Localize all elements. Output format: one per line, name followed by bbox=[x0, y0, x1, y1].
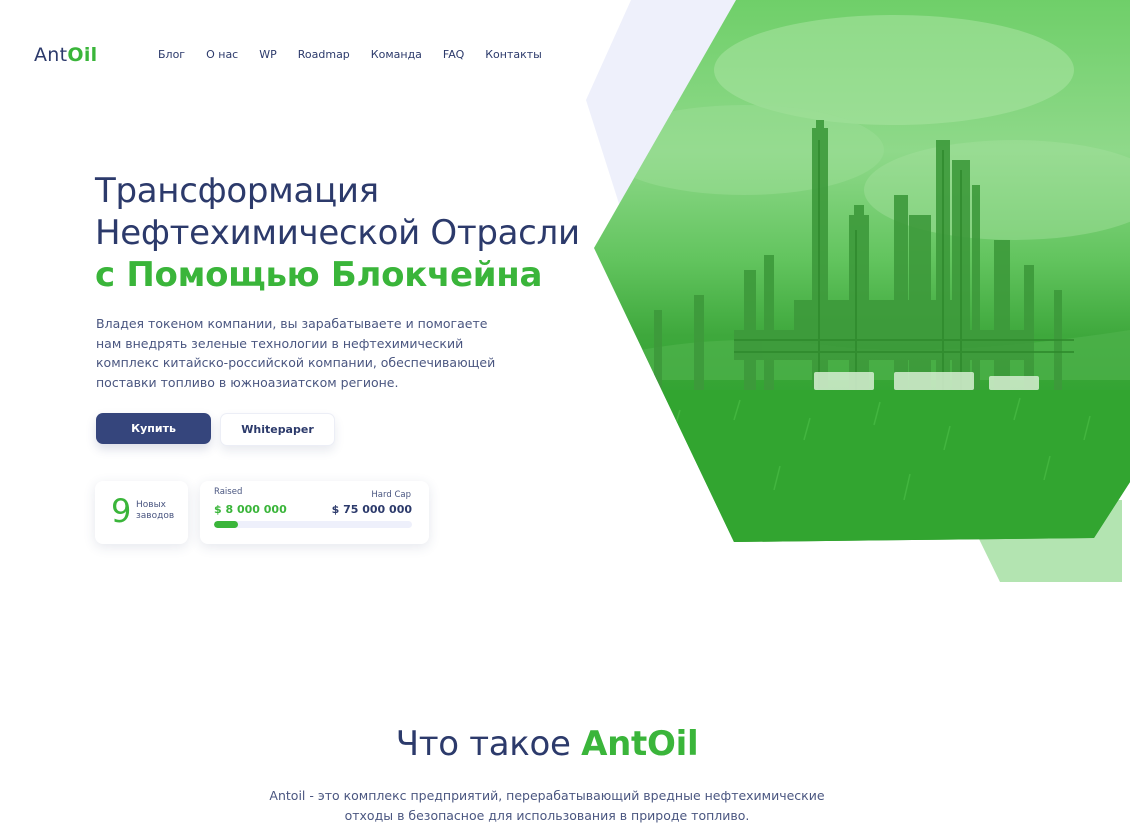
hero-title-line-2: Нефтехимической Отрасли bbox=[95, 213, 580, 253]
nav-item-roadmap[interactable]: Roadmap bbox=[298, 48, 350, 61]
whitepaper-button[interactable]: Whitepaper bbox=[220, 413, 335, 446]
buy-button[interactable]: Купить bbox=[96, 413, 211, 444]
hardcap-value: $ 75 000 000 bbox=[331, 503, 412, 516]
raised-value: $ 8 000 000 bbox=[214, 503, 287, 516]
about-description: Antoil - это комплекс предприятий, перер… bbox=[269, 788, 825, 823]
logo-text-oil: Oil bbox=[67, 44, 98, 66]
nav-item-faq[interactable]: FAQ bbox=[443, 48, 464, 61]
hero-title-line-1: Трансформация bbox=[95, 171, 379, 211]
nav-item-wp[interactable]: WP bbox=[259, 48, 277, 61]
nav-item-about[interactable]: О нас bbox=[206, 48, 238, 61]
about-title-brand: AntOil bbox=[581, 724, 699, 764]
antoil-logo[interactable]: AntOil bbox=[34, 44, 97, 66]
hero-title-line-3: с Помощью Блокчейна bbox=[95, 255, 543, 295]
hero-description: Владея токеном компании, вы зарабатывает… bbox=[96, 316, 496, 390]
plants-label: Новых заводов bbox=[136, 500, 175, 521]
nav-item-blog[interactable]: Блог bbox=[158, 48, 185, 61]
hardcap-label: Hard Cap bbox=[371, 490, 411, 500]
fundraising-card: Raised Hard Cap $ 8 000 000 $ 75 000 000 bbox=[200, 481, 429, 544]
hero-title: Трансформация Нефтехимической Отрасли с … bbox=[95, 170, 615, 296]
new-plants-card: 9 Новых заводов bbox=[95, 481, 188, 544]
about-title: Что такое AntOil bbox=[0, 724, 1094, 764]
nav-item-contacts[interactable]: Контакты bbox=[485, 48, 542, 61]
nav-item-team[interactable]: Команда bbox=[371, 48, 422, 61]
raised-label: Raised bbox=[214, 487, 243, 497]
logo-text-ant: Ant bbox=[34, 44, 68, 66]
fundraising-progress-bar bbox=[214, 521, 412, 528]
main-nav: Блог О нас WP Roadmap Команда FAQ Контак… bbox=[158, 48, 563, 61]
fundraising-progress-fill bbox=[214, 521, 238, 528]
about-title-prefix: Что такое bbox=[395, 724, 582, 764]
plants-count: 9 bbox=[111, 492, 132, 530]
